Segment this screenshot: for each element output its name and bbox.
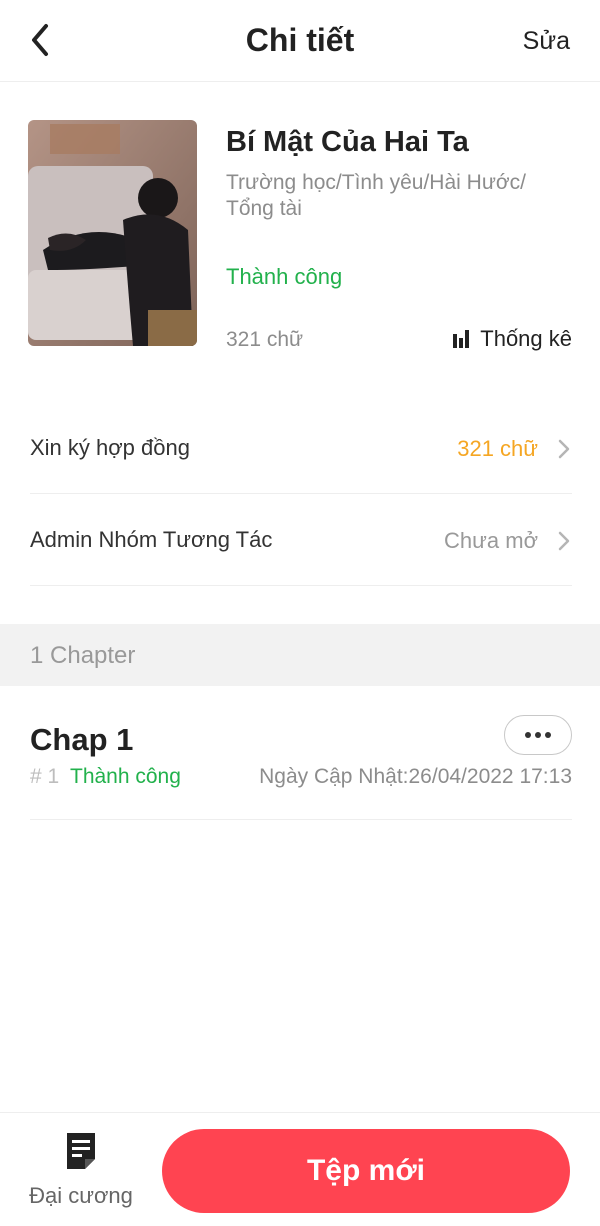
chapter-count-header: 1 Chapter — [0, 624, 600, 686]
book-title: Bí Mật Của Hai Ta — [226, 126, 469, 158]
bottom-bar: Đại cương Tệp mới — [0, 1112, 600, 1226]
outline-label: Đại cương — [29, 1183, 133, 1208]
chapter-title: Chap 1 — [30, 722, 134, 757]
page-title: Chi tiết — [245, 22, 355, 58]
edit-button[interactable]: Sửa — [523, 27, 570, 56]
row-admin-group[interactable]: Admin Nhóm Tương Tác Chưa mở — [30, 494, 572, 586]
new-file-button[interactable]: Tệp mới — [162, 1129, 570, 1213]
row-admin-group-value: Chưa mở — [444, 528, 538, 553]
outline-button[interactable]: Đại cương — [14, 1131, 148, 1217]
chapter-status: Thành công — [70, 765, 181, 788]
book-cover-image[interactable] — [28, 120, 197, 346]
top-bar: Chi tiết Sửa — [0, 0, 600, 82]
more-dots-icon — [525, 732, 551, 738]
row-contract-label: Xin ký hợp đồng — [30, 435, 190, 460]
row-contract-value: 321 chữ — [457, 436, 538, 461]
chapter-more-button[interactable] — [504, 715, 572, 755]
chapter-updated-date: Ngày Cập Nhật:26/04/2022 17:13 — [259, 765, 572, 788]
document-icon — [67, 1133, 95, 1169]
chapter-number: # 1 — [30, 765, 60, 788]
chapter-count-label: 1 Chapter — [30, 642, 136, 669]
chapter-list-item[interactable]: Chap 1 # 1 Thành công Ngày Cập Nhật:26/0… — [30, 706, 572, 820]
row-admin-group-label: Admin Nhóm Tương Tác — [30, 527, 273, 552]
stats-label: Thống kê — [480, 326, 572, 351]
book-info: Bí Mật Của Hai Ta Trường học/Tình yêu/Hà… — [28, 120, 572, 352]
chevron-right-icon — [558, 439, 570, 459]
book-status: Thành công — [226, 264, 343, 289]
chevron-right-icon — [558, 531, 570, 551]
word-count: 321 chữ — [226, 328, 304, 351]
stats-button[interactable]: Thống kê — [451, 326, 572, 352]
row-contract[interactable]: Xin ký hợp đồng 321 chữ — [30, 402, 572, 494]
bar-chart-icon — [453, 330, 470, 348]
book-genres: Trường học/Tình yêu/Hài Hước/ Tổng tài — [226, 171, 526, 220]
